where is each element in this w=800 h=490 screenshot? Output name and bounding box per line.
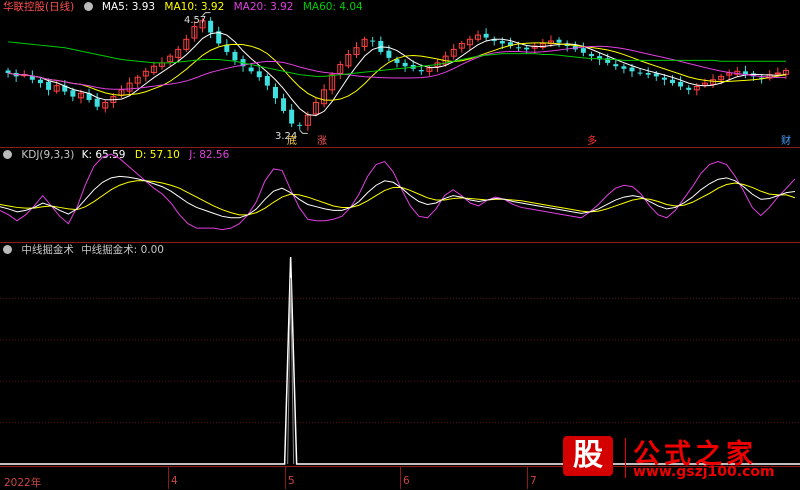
candle-body: [580, 48, 586, 53]
candle-body: [670, 79, 676, 84]
candle-body: [46, 81, 52, 90]
candle-body: [686, 87, 692, 90]
candle-body: [264, 75, 270, 86]
kdj-j-line: [0, 153, 796, 231]
ma10-line: [7, 42, 787, 101]
candle-body: [629, 67, 635, 72]
candle-body: [94, 98, 100, 107]
candle-body: [370, 40, 376, 42]
candle-body: [256, 71, 262, 78]
candle-body: [524, 47, 530, 50]
candle-body: [297, 124, 303, 126]
candle-body: [272, 86, 278, 99]
x-tick: [168, 466, 169, 489]
candle-body: [774, 72, 781, 75]
kdj-k-line: [0, 175, 796, 219]
marker-cai: 财: [781, 136, 791, 147]
ma20-line: [7, 45, 786, 90]
candle-body: [621, 66, 627, 69]
candle-body: [637, 72, 643, 74]
marker-zhang: 涨: [317, 136, 327, 147]
candle-body: [418, 70, 424, 72]
x-label-apr: 4: [171, 475, 178, 487]
price-pane[interactable]: 华联控股(日线) MA5: 3.93 MA10: 3.92 MA20: 3.92…: [0, 0, 800, 147]
marker-di: 底: [287, 136, 297, 147]
candle-body: [386, 50, 392, 58]
candle-body: [516, 47, 522, 49]
watermark-logo: 股 公式之家 www.gszj100.com: [563, 432, 793, 484]
x-tick: [285, 466, 286, 489]
candle-body: [232, 51, 238, 61]
price-chart: [5, 12, 789, 134]
marker-duo: 多: [587, 136, 597, 147]
logo-url: www.gszj100.com: [633, 464, 775, 480]
x-tick: [527, 466, 528, 489]
candle-body: [613, 64, 619, 67]
candle-body: [281, 98, 287, 111]
candle-body: [248, 67, 254, 72]
candle-body: [499, 40, 505, 44]
high-price-label: 4.57: [184, 15, 207, 26]
candle-body: [653, 73, 659, 77]
x-label-jul: 7: [530, 475, 537, 487]
candle-body: [483, 33, 489, 38]
x-label-may: 5: [288, 475, 295, 487]
candle-body: [556, 39, 562, 43]
low-leader: [299, 129, 308, 134]
candle-body: [5, 70, 11, 73]
candle-body: [661, 77, 667, 80]
candle-body: [208, 20, 214, 33]
ma5-line: [7, 32, 787, 116]
kdj-chart: [0, 153, 796, 231]
kdj-pane[interactable]: KDJ(9,3,3) K: 65.59 D: 57.10 J: 82.56: [0, 148, 800, 242]
candle-body: [588, 54, 594, 57]
candle-body: [289, 109, 295, 124]
x-label-jun: 6: [403, 475, 410, 487]
candle-body: [37, 79, 43, 84]
x-tick: [400, 466, 401, 489]
candle-body: [402, 62, 408, 67]
logo-badge: 股: [563, 436, 613, 476]
candle-body: [678, 81, 684, 87]
logo-divider: [625, 438, 626, 478]
candle-body: [70, 90, 76, 97]
candle-body: [645, 73, 651, 75]
x-label-year: 2022年: [4, 477, 42, 489]
